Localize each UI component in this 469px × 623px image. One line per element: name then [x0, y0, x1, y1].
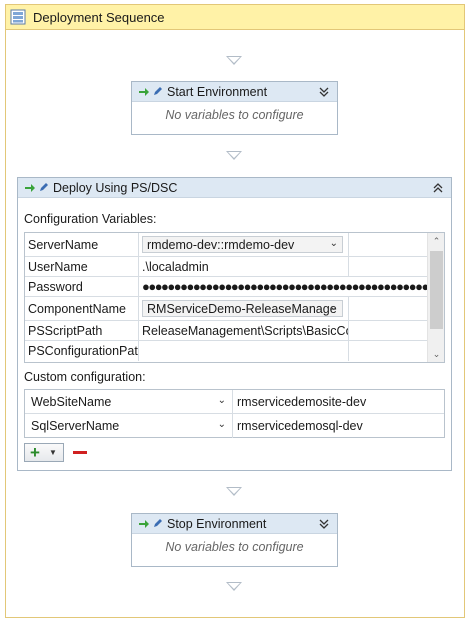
username-field[interactable]: .\localadmin: [139, 257, 349, 276]
flow-arrow-icon: [226, 487, 242, 496]
chevron-down-icon[interactable]: ⌄: [218, 419, 226, 430]
collapse-chevron-icon[interactable]: [431, 181, 445, 195]
componentname-value: RMServiceDemo-ReleaseManage: [147, 301, 337, 316]
variables-scrollbar[interactable]: ⌃ ⌄: [427, 233, 444, 362]
flow-arrow-icon: [226, 151, 242, 160]
configuration-variables-label: Configuration Variables:: [24, 212, 157, 226]
custom-configuration-grid: WebSiteName ⌄ rmservicedemosite-dev SqlS…: [24, 389, 445, 438]
stop-environment-empty-text: No variables to configure: [165, 540, 304, 554]
scrollbar-thumb[interactable]: [430, 251, 443, 329]
stop-environment-activity[interactable]: Stop Environment No variables to configu…: [131, 513, 338, 567]
start-environment-activity[interactable]: Start Environment No variables to config…: [131, 81, 338, 135]
custom-key: SqlServerName: [31, 419, 120, 433]
empty-cell: [349, 321, 428, 340]
variable-name: ServerName: [25, 233, 139, 256]
empty-cell: [349, 233, 428, 256]
scroll-down-icon[interactable]: ⌄: [428, 347, 445, 361]
chevron-down-icon[interactable]: ⌄: [218, 395, 226, 406]
add-custom-button[interactable]: + ▼: [24, 443, 64, 462]
variable-name: PSConfigurationPath: [25, 341, 139, 361]
componentname-combo-cell[interactable]: RMServiceDemo-ReleaseManage ⌄: [139, 297, 349, 320]
pencil-icon: [154, 519, 162, 527]
variable-name: ComponentName: [25, 297, 139, 320]
stop-environment-title: Stop Environment: [167, 516, 267, 531]
empty-cell: [349, 257, 428, 276]
variable-name: UserName: [25, 257, 139, 276]
psscriptpath-field[interactable]: ReleaseManagement\Scripts\BasicCop: [139, 321, 349, 340]
flow-arrow-icon: [226, 56, 242, 65]
custom-value-field[interactable]: rmservicedemosql-dev: [233, 419, 363, 433]
configuration-variables-grid: ServerName rmdemo-dev::rmdemo-dev ⌄ User…: [24, 232, 445, 363]
variable-row-servername: ServerName rmdemo-dev::rmdemo-dev ⌄: [25, 233, 428, 257]
chevron-down-icon[interactable]: ⌄: [330, 238, 338, 249]
empty-cell: [349, 297, 428, 320]
custom-value-field[interactable]: rmservicedemosite-dev: [233, 395, 366, 409]
variable-name: Password: [25, 277, 139, 296]
dropdown-triangle-icon[interactable]: ▼: [49, 448, 57, 457]
variable-row-username: UserName .\localadmin: [25, 257, 428, 277]
sequence-title: Deployment Sequence: [33, 9, 165, 25]
variable-row-psscriptpath: PSScriptPath ReleaseManagement\Scripts\B…: [25, 321, 428, 341]
chevron-down-icon[interactable]: ⌄: [330, 302, 338, 313]
servername-value: rmdemo-dev::rmdemo-dev: [147, 237, 295, 252]
sequence-header[interactable]: Deployment Sequence: [6, 5, 464, 30]
custom-key-select[interactable]: WebSiteName ⌄: [25, 390, 233, 413]
scroll-up-icon[interactable]: ⌃: [428, 234, 445, 248]
custom-row: SqlServerName ⌄ rmservicedemosql-dev: [25, 414, 444, 438]
pencil-icon: [154, 87, 162, 95]
componentname-combo[interactable]: RMServiceDemo-ReleaseManage ⌄: [142, 300, 343, 317]
variable-name: PSScriptPath: [25, 321, 139, 340]
expand-chevron-icon[interactable]: [317, 85, 331, 99]
flow-arrow-icon: [226, 582, 242, 591]
stop-environment-header[interactable]: Stop Environment: [132, 514, 337, 534]
sequence-icon: [10, 9, 26, 25]
servername-combo-cell[interactable]: rmdemo-dev::rmdemo-dev ⌄: [139, 233, 349, 256]
custom-configuration-label: Custom configuration:: [24, 370, 146, 384]
deploy-activity[interactable]: Deploy Using PS/DSC Configuration Variab…: [17, 177, 452, 471]
custom-key: WebSiteName: [31, 394, 112, 409]
psconfigurationpath-field[interactable]: [139, 341, 349, 361]
custom-key-select[interactable]: SqlServerName ⌄: [25, 414, 233, 438]
green-arrow-icon: [139, 87, 149, 96]
start-environment-empty-text: No variables to configure: [165, 108, 304, 122]
plus-icon: +: [30, 443, 40, 462]
custom-row: WebSiteName ⌄ rmservicedemosite-dev: [25, 390, 444, 414]
password-field[interactable]: ●●●●●●●●●●●●●●●●●●●●●●●●●●●●●●●●●●●●●●●●…: [139, 277, 428, 296]
start-environment-title: Start Environment: [167, 84, 268, 99]
green-arrow-icon: [25, 183, 35, 192]
empty-cell: [349, 341, 428, 361]
variable-row-componentname: ComponentName RMServiceDemo-ReleaseManag…: [25, 297, 428, 321]
green-arrow-icon: [139, 519, 149, 528]
variable-row-password: Password ●●●●●●●●●●●●●●●●●●●●●●●●●●●●●●●…: [25, 277, 428, 297]
servername-combo[interactable]: rmdemo-dev::rmdemo-dev ⌄: [142, 236, 343, 253]
start-environment-header[interactable]: Start Environment: [132, 82, 337, 102]
expand-chevron-icon[interactable]: [317, 517, 331, 531]
pencil-icon: [40, 183, 48, 191]
deploy-title: Deploy Using PS/DSC: [53, 180, 178, 195]
variable-row-psconfigurationpath: PSConfigurationPath: [25, 341, 428, 361]
deploy-header[interactable]: Deploy Using PS/DSC: [18, 178, 451, 198]
remove-custom-button[interactable]: [73, 451, 87, 454]
